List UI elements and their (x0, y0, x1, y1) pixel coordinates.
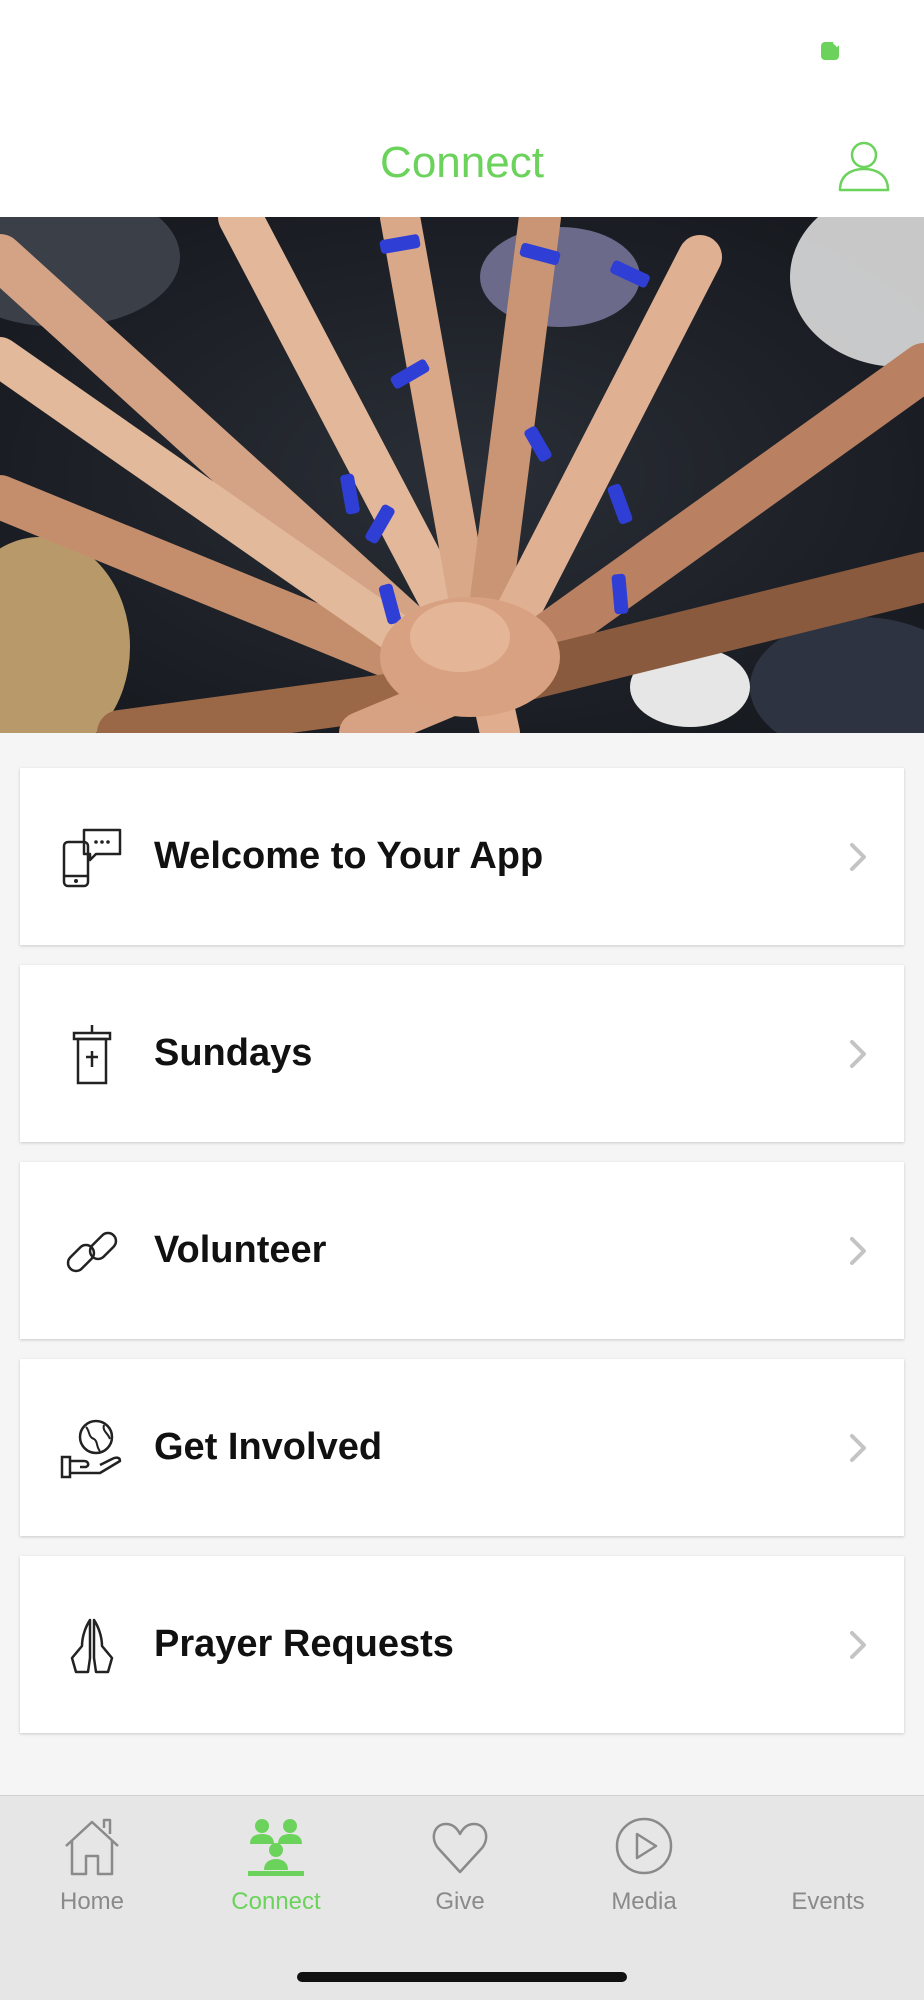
home-indicator (297, 1972, 627, 1982)
list-item-volunteer[interactable]: Volunteer (20, 1162, 904, 1339)
list-item-sundays[interactable]: Sundays (20, 965, 904, 1142)
tab-media[interactable]: Media (552, 1796, 736, 1926)
people-icon (248, 1819, 304, 1876)
status-bar (0, 0, 924, 100)
tab-label: Events (791, 1888, 865, 1915)
phone-chat-icon (62, 828, 122, 888)
tab-label: Media (611, 1888, 677, 1915)
praying-hands-icon (70, 1618, 114, 1674)
link-icon (66, 1231, 118, 1273)
list-item-get-involved[interactable]: Get Involved (20, 1359, 904, 1536)
tab-events[interactable]: Events (736, 1796, 920, 1926)
profile-button[interactable] (836, 138, 892, 194)
pulpit-icon (72, 1025, 112, 1085)
tab-connect[interactable]: Connect (184, 1796, 368, 1926)
play-icon (615, 1817, 673, 1875)
list-item-label: Volunteer (154, 1229, 327, 1271)
list-item-prayer-requests[interactable]: Prayer Requests (20, 1556, 904, 1733)
heart-icon (432, 1822, 488, 1874)
chevron-right-icon (850, 1040, 866, 1068)
list-item-label: Welcome to Your App (154, 835, 544, 877)
tab-label: Give (435, 1888, 485, 1915)
list-item-label: Prayer Requests (154, 1623, 454, 1665)
battery-icon (821, 42, 839, 60)
tab-give[interactable]: Give (368, 1796, 552, 1926)
chevron-right-icon (850, 1631, 866, 1659)
home-icon (65, 1818, 119, 1876)
list-item-label: Get Involved (154, 1426, 383, 1468)
hero-image (0, 217, 924, 733)
connect-list: Welcome to Your App Sundays Volunteer Ge… (20, 768, 904, 1753)
nav-header: Connect (0, 100, 924, 217)
list-item-label: Sundays (154, 1032, 313, 1074)
tab-label: Home (59, 1888, 125, 1915)
page-title: Connect (380, 138, 544, 187)
tab-label: Connect (231, 1888, 321, 1915)
tab-home[interactable]: Home (0, 1796, 184, 1926)
tab-bar: Home Connect Give Media Events (0, 1795, 924, 2000)
chevron-right-icon (850, 1434, 866, 1462)
chevron-right-icon (850, 1237, 866, 1265)
chevron-right-icon (850, 843, 866, 871)
list-item-welcome[interactable]: Welcome to Your App (20, 768, 904, 945)
globe-hand-icon (60, 1419, 122, 1479)
user-icon (838, 141, 890, 192)
